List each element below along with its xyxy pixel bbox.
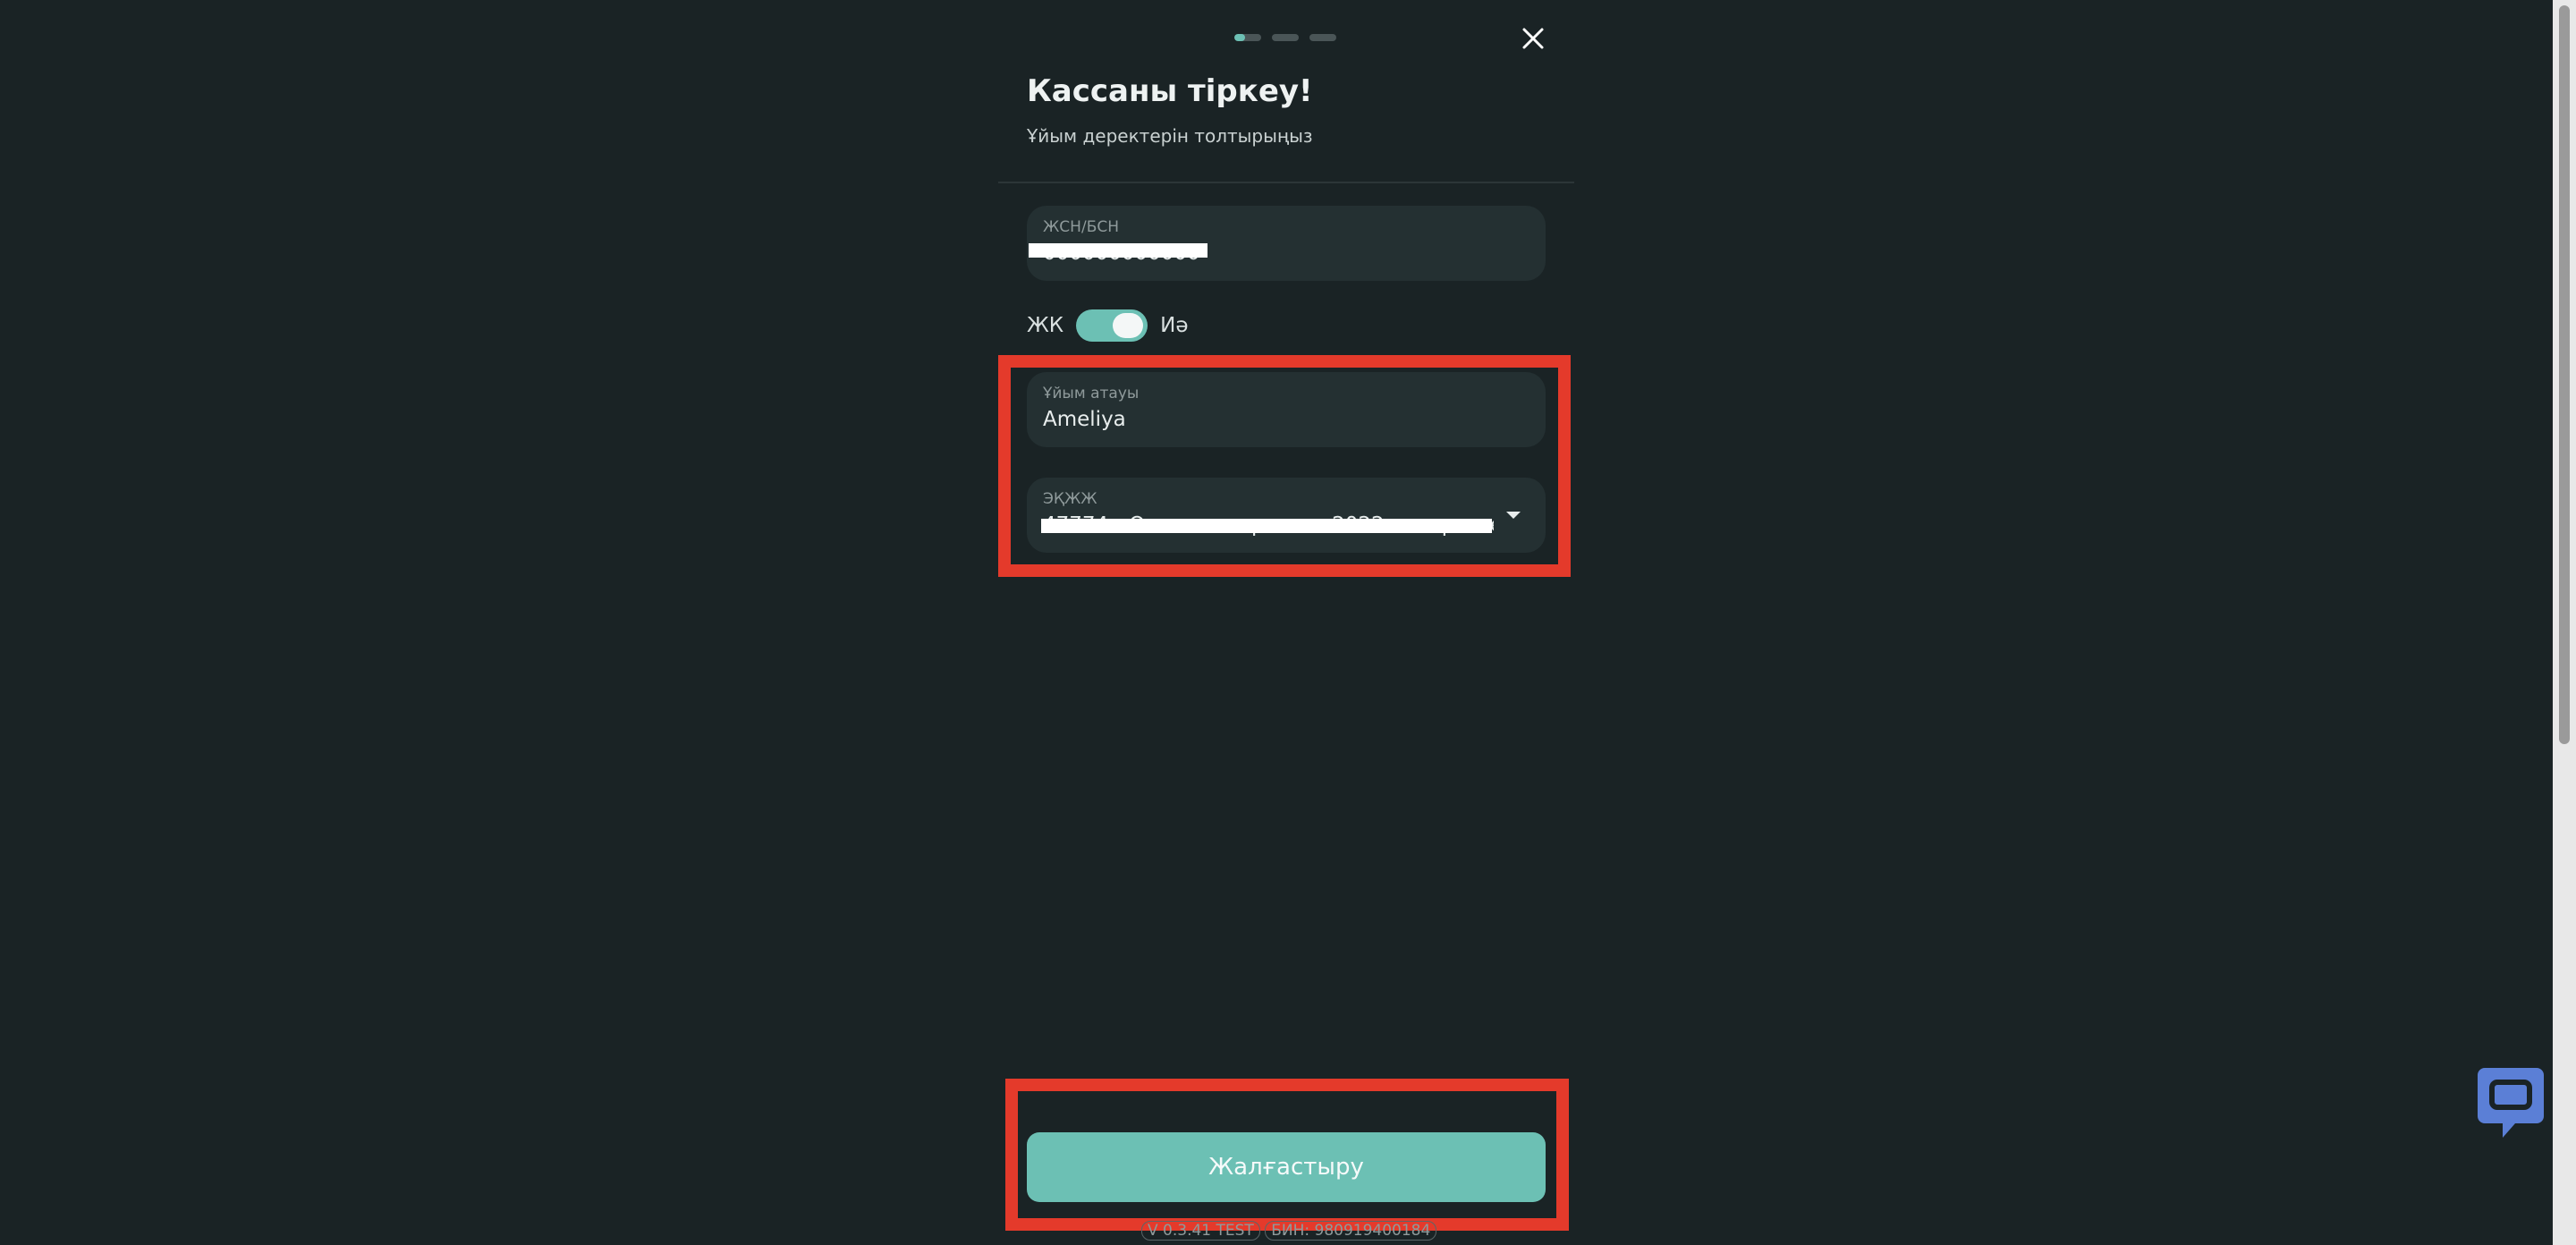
header-divider xyxy=(998,182,1574,183)
redaction-bar xyxy=(1041,519,1492,533)
step-3 xyxy=(1309,34,1336,41)
page-subtitle: Ұйым деректерін толтырыңыз xyxy=(1027,125,1313,147)
okved-select[interactable]: ЭҚЖЖ 47774 - Оптовая торговля 2022 лекар… xyxy=(1027,478,1546,553)
page-title: Кассаны тіркеу! xyxy=(1027,73,1313,109)
registration-page: Кассаны тіркеу! Ұйым деректерін толтырың… xyxy=(0,0,2576,1245)
step-2 xyxy=(1272,34,1299,41)
switch-state-label: Иә xyxy=(1160,314,1189,337)
org-name-value: Ameliya xyxy=(1043,408,1126,431)
chat-icon xyxy=(2478,1068,2544,1138)
continue-button[interactable]: Жалғастыру xyxy=(1027,1132,1546,1202)
chat-widget-button[interactable] xyxy=(2476,1066,2546,1139)
sole-proprietor-switch[interactable] xyxy=(1076,309,1148,342)
org-name-label: Ұйым атауы xyxy=(1043,385,1140,402)
page-scrollbar[interactable] xyxy=(2553,0,2576,1245)
switch-knob xyxy=(1113,313,1144,338)
chevron-down-icon[interactable] xyxy=(1506,512,1521,519)
bin-badge: БИН: 980919400184 xyxy=(1265,1221,1437,1241)
close-button[interactable] xyxy=(1518,23,1548,54)
version-footer: V 0.3.41 TEST БИН: 980919400184 xyxy=(1141,1221,1437,1241)
okved-label: ЭҚЖЖ xyxy=(1043,490,1097,508)
step-1 xyxy=(1234,34,1261,41)
version-badge: V 0.3.41 TEST xyxy=(1141,1221,1260,1241)
close-icon xyxy=(1522,28,1544,49)
sole-proprietor-toggle-row: ЖК Иә xyxy=(1027,309,1188,342)
iin-bin-label: ЖСН/БСН xyxy=(1043,218,1120,236)
scrollbar-thumb[interactable] xyxy=(2559,5,2570,744)
redaction-bar xyxy=(1029,243,1208,258)
step-indicator xyxy=(1234,34,1336,41)
org-name-field[interactable]: Ұйым атауы Ameliya xyxy=(1027,372,1546,447)
iin-bin-field[interactable]: ЖСН/БСН 000000000000 xyxy=(1027,206,1546,281)
sole-proprietor-label: ЖК xyxy=(1027,314,1064,337)
